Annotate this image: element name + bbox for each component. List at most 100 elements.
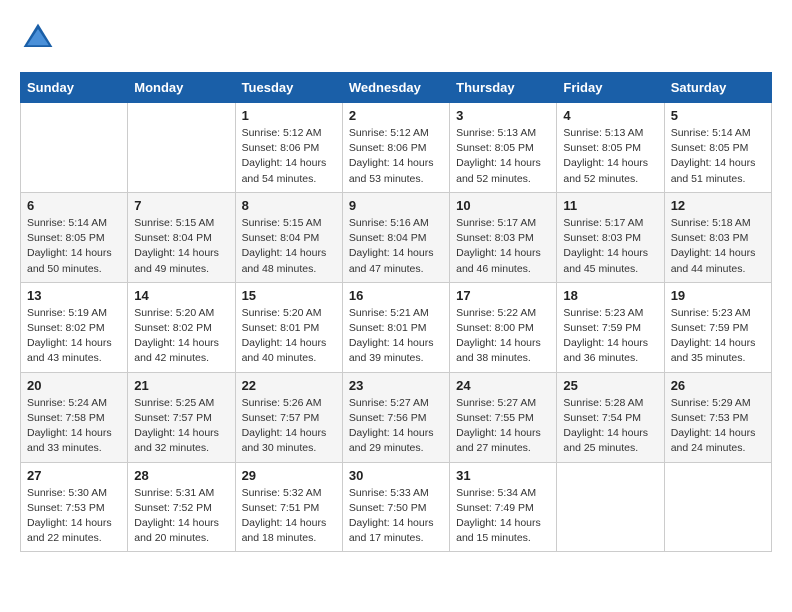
sunset: Sunset: 8:00 PM (456, 322, 534, 334)
cell-info: Sunrise: 5:33 AM Sunset: 7:50 PM Dayligh… (349, 486, 443, 547)
cell-info: Sunrise: 5:32 AM Sunset: 7:51 PM Dayligh… (242, 486, 336, 547)
calendar-cell (664, 462, 771, 552)
sunset: Sunset: 8:05 PM (671, 142, 749, 154)
daylight: Daylight: 14 hours and 48 minutes. (242, 247, 327, 274)
sunrise: Sunrise: 5:23 AM (671, 307, 751, 319)
calendar-cell: 18 Sunrise: 5:23 AM Sunset: 7:59 PM Dayl… (557, 282, 664, 372)
daylight: Daylight: 14 hours and 44 minutes. (671, 247, 756, 274)
day-number: 13 (27, 288, 121, 303)
calendar-cell: 27 Sunrise: 5:30 AM Sunset: 7:53 PM Dayl… (21, 462, 128, 552)
cell-info: Sunrise: 5:27 AM Sunset: 7:55 PM Dayligh… (456, 396, 550, 457)
sunrise: Sunrise: 5:27 AM (349, 397, 429, 409)
sunset: Sunset: 8:04 PM (242, 232, 320, 244)
daylight: Daylight: 14 hours and 38 minutes. (456, 337, 541, 364)
day-number: 28 (134, 468, 228, 483)
daylight: Daylight: 14 hours and 29 minutes. (349, 427, 434, 454)
sunset: Sunset: 7:57 PM (134, 412, 212, 424)
day-number: 10 (456, 198, 550, 213)
daylight: Daylight: 14 hours and 24 minutes. (671, 427, 756, 454)
cell-info: Sunrise: 5:16 AM Sunset: 8:04 PM Dayligh… (349, 216, 443, 277)
cell-info: Sunrise: 5:26 AM Sunset: 7:57 PM Dayligh… (242, 396, 336, 457)
weekday-header: Thursday (450, 73, 557, 103)
sunrise: Sunrise: 5:19 AM (27, 307, 107, 319)
day-number: 30 (349, 468, 443, 483)
day-number: 8 (242, 198, 336, 213)
sunrise: Sunrise: 5:14 AM (27, 217, 107, 229)
sunset: Sunset: 7:59 PM (563, 322, 641, 334)
calendar-cell: 12 Sunrise: 5:18 AM Sunset: 8:03 PM Dayl… (664, 192, 771, 282)
calendar-cell (557, 462, 664, 552)
sunrise: Sunrise: 5:12 AM (242, 127, 322, 139)
cell-info: Sunrise: 5:14 AM Sunset: 8:05 PM Dayligh… (671, 126, 765, 187)
daylight: Daylight: 14 hours and 15 minutes. (456, 517, 541, 544)
day-number: 16 (349, 288, 443, 303)
day-number: 29 (242, 468, 336, 483)
daylight: Daylight: 14 hours and 53 minutes. (349, 157, 434, 184)
cell-info: Sunrise: 5:22 AM Sunset: 8:00 PM Dayligh… (456, 306, 550, 367)
daylight: Daylight: 14 hours and 51 minutes. (671, 157, 756, 184)
day-number: 31 (456, 468, 550, 483)
sunset: Sunset: 8:02 PM (134, 322, 212, 334)
sunrise: Sunrise: 5:14 AM (671, 127, 751, 139)
cell-info: Sunrise: 5:15 AM Sunset: 8:04 PM Dayligh… (242, 216, 336, 277)
sunrise: Sunrise: 5:16 AM (349, 217, 429, 229)
daylight: Daylight: 14 hours and 27 minutes. (456, 427, 541, 454)
sunrise: Sunrise: 5:28 AM (563, 397, 643, 409)
cell-info: Sunrise: 5:17 AM Sunset: 8:03 PM Dayligh… (563, 216, 657, 277)
daylight: Daylight: 14 hours and 35 minutes. (671, 337, 756, 364)
day-number: 24 (456, 378, 550, 393)
sunrise: Sunrise: 5:23 AM (563, 307, 643, 319)
daylight: Daylight: 14 hours and 42 minutes. (134, 337, 219, 364)
sunrise: Sunrise: 5:25 AM (134, 397, 214, 409)
sunset: Sunset: 7:52 PM (134, 502, 212, 514)
cell-info: Sunrise: 5:19 AM Sunset: 8:02 PM Dayligh… (27, 306, 121, 367)
sunrise: Sunrise: 5:24 AM (27, 397, 107, 409)
sunrise: Sunrise: 5:32 AM (242, 487, 322, 499)
daylight: Daylight: 14 hours and 50 minutes. (27, 247, 112, 274)
sunrise: Sunrise: 5:12 AM (349, 127, 429, 139)
daylight: Daylight: 14 hours and 47 minutes. (349, 247, 434, 274)
cell-info: Sunrise: 5:17 AM Sunset: 8:03 PM Dayligh… (456, 216, 550, 277)
daylight: Daylight: 14 hours and 40 minutes. (242, 337, 327, 364)
sunrise: Sunrise: 5:13 AM (563, 127, 643, 139)
sunrise: Sunrise: 5:22 AM (456, 307, 536, 319)
sunset: Sunset: 7:55 PM (456, 412, 534, 424)
sunrise: Sunrise: 5:33 AM (349, 487, 429, 499)
sunset: Sunset: 8:03 PM (671, 232, 749, 244)
cell-info: Sunrise: 5:34 AM Sunset: 7:49 PM Dayligh… (456, 486, 550, 547)
sunset: Sunset: 7:56 PM (349, 412, 427, 424)
daylight: Daylight: 14 hours and 18 minutes. (242, 517, 327, 544)
logo (20, 20, 62, 56)
sunrise: Sunrise: 5:15 AM (134, 217, 214, 229)
calendar-cell: 26 Sunrise: 5:29 AM Sunset: 7:53 PM Dayl… (664, 372, 771, 462)
calendar-cell: 1 Sunrise: 5:12 AM Sunset: 8:06 PM Dayli… (235, 103, 342, 193)
calendar-cell: 22 Sunrise: 5:26 AM Sunset: 7:57 PM Dayl… (235, 372, 342, 462)
sunset: Sunset: 7:49 PM (456, 502, 534, 514)
sunrise: Sunrise: 5:29 AM (671, 397, 751, 409)
calendar-cell: 21 Sunrise: 5:25 AM Sunset: 7:57 PM Dayl… (128, 372, 235, 462)
daylight: Daylight: 14 hours and 32 minutes. (134, 427, 219, 454)
sunset: Sunset: 7:53 PM (27, 502, 105, 514)
daylight: Daylight: 14 hours and 30 minutes. (242, 427, 327, 454)
weekday-header: Sunday (21, 73, 128, 103)
sunrise: Sunrise: 5:34 AM (456, 487, 536, 499)
calendar-cell (128, 103, 235, 193)
calendar-cell (21, 103, 128, 193)
daylight: Daylight: 14 hours and 54 minutes. (242, 157, 327, 184)
weekday-header: Saturday (664, 73, 771, 103)
calendar-week-row: 6 Sunrise: 5:14 AM Sunset: 8:05 PM Dayli… (21, 192, 772, 282)
calendar-header: SundayMondayTuesdayWednesdayThursdayFrid… (21, 73, 772, 103)
cell-info: Sunrise: 5:14 AM Sunset: 8:05 PM Dayligh… (27, 216, 121, 277)
day-number: 5 (671, 108, 765, 123)
daylight: Daylight: 14 hours and 22 minutes. (27, 517, 112, 544)
cell-info: Sunrise: 5:28 AM Sunset: 7:54 PM Dayligh… (563, 396, 657, 457)
calendar-cell: 31 Sunrise: 5:34 AM Sunset: 7:49 PM Dayl… (450, 462, 557, 552)
calendar-week-row: 13 Sunrise: 5:19 AM Sunset: 8:02 PM Dayl… (21, 282, 772, 372)
cell-info: Sunrise: 5:15 AM Sunset: 8:04 PM Dayligh… (134, 216, 228, 277)
daylight: Daylight: 14 hours and 25 minutes. (563, 427, 648, 454)
calendar-cell: 5 Sunrise: 5:14 AM Sunset: 8:05 PM Dayli… (664, 103, 771, 193)
sunrise: Sunrise: 5:31 AM (134, 487, 214, 499)
cell-info: Sunrise: 5:21 AM Sunset: 8:01 PM Dayligh… (349, 306, 443, 367)
cell-info: Sunrise: 5:25 AM Sunset: 7:57 PM Dayligh… (134, 396, 228, 457)
day-number: 3 (456, 108, 550, 123)
